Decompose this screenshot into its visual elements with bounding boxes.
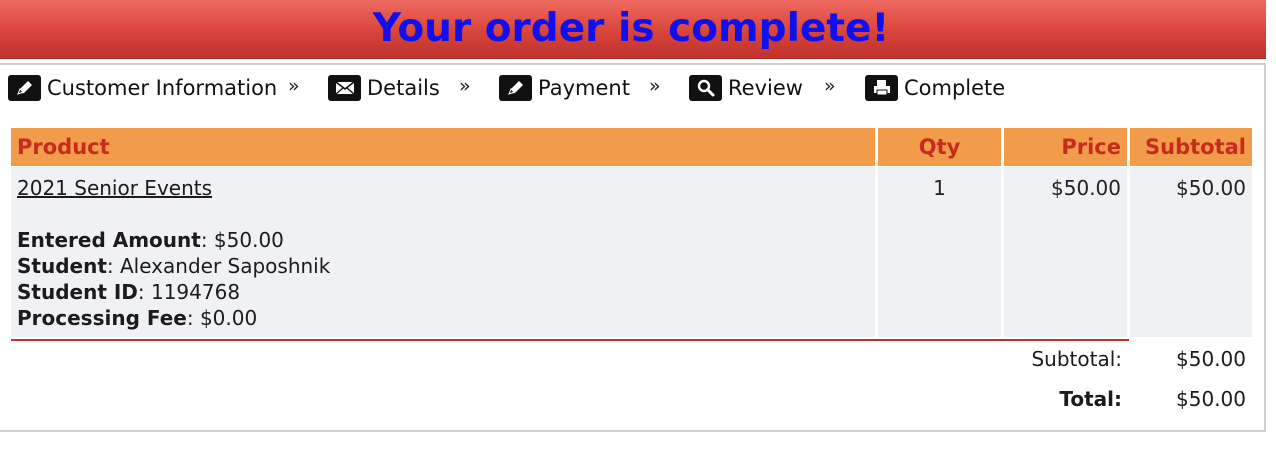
column-header-price: Price — [1004, 128, 1127, 166]
table-row-subtotal-cell: $50.00 — [1130, 167, 1252, 337]
step-separator: » — [649, 75, 661, 97]
magnifier-icon — [689, 75, 722, 101]
detail-processing-fee: Processing Fee: $0.00 — [17, 305, 869, 331]
total-value: $50.00 — [1176, 387, 1246, 411]
pencil-icon — [499, 75, 532, 101]
detail-entered-amount: Entered Amount: $50.00 — [17, 227, 869, 253]
step-separator: » — [459, 75, 471, 97]
step-separator: » — [824, 75, 836, 97]
step-label: Complete — [904, 76, 1006, 100]
step-payment[interactable]: Payment — [499, 71, 630, 105]
printer-icon — [865, 75, 898, 101]
detail-label: Student ID — [17, 280, 138, 304]
total-label: Total: — [1059, 387, 1122, 411]
detail-label: Processing Fee — [17, 306, 187, 330]
checkout-steps: Customer Information » Details » Payment… — [0, 71, 1266, 105]
envelope-icon — [328, 75, 361, 101]
step-customer-information[interactable]: Customer Information — [8, 71, 277, 105]
step-label: Payment — [538, 76, 630, 100]
detail-label: Student — [17, 254, 107, 278]
table-divider — [11, 339, 1129, 341]
detail-label: Entered Amount — [17, 228, 201, 252]
column-header-qty: Qty — [878, 128, 1001, 166]
detail-value: : 1194768 — [137, 280, 241, 304]
table-row-product-cell: 2021 Senior Events Entered Amount: $50.0… — [11, 167, 875, 337]
table-row-qty-cell: 1 — [878, 167, 1001, 337]
column-header-product: Product — [11, 128, 875, 166]
column-header-subtotal: Subtotal — [1130, 128, 1252, 166]
step-label: Customer Information — [47, 76, 278, 100]
step-label: Details — [367, 76, 440, 100]
step-complete[interactable]: Complete — [865, 71, 1005, 105]
detail-student: Student: Alexander Saposhnik — [17, 253, 869, 279]
detail-value: : Alexander Saposhnik — [106, 254, 331, 278]
subtotal-label: Subtotal: — [1031, 347, 1122, 371]
step-review[interactable]: Review — [689, 71, 803, 105]
detail-value: : $0.00 — [186, 306, 258, 330]
subtotal-value: $50.00 — [1176, 347, 1246, 371]
step-details[interactable]: Details — [328, 71, 440, 105]
product-link[interactable]: 2021 Senior Events — [17, 176, 212, 200]
page-title: Your order is complete! — [372, 6, 890, 51]
step-separator: » — [288, 75, 300, 97]
table-row-price-cell: $50.00 — [1004, 167, 1127, 337]
detail-value: : $50.00 — [200, 228, 284, 252]
pencil-icon — [8, 75, 41, 101]
step-label: Review — [728, 76, 803, 100]
page-banner: Your order is complete! — [0, 0, 1266, 59]
detail-student-id: Student ID: 1194768 — [17, 279, 869, 305]
